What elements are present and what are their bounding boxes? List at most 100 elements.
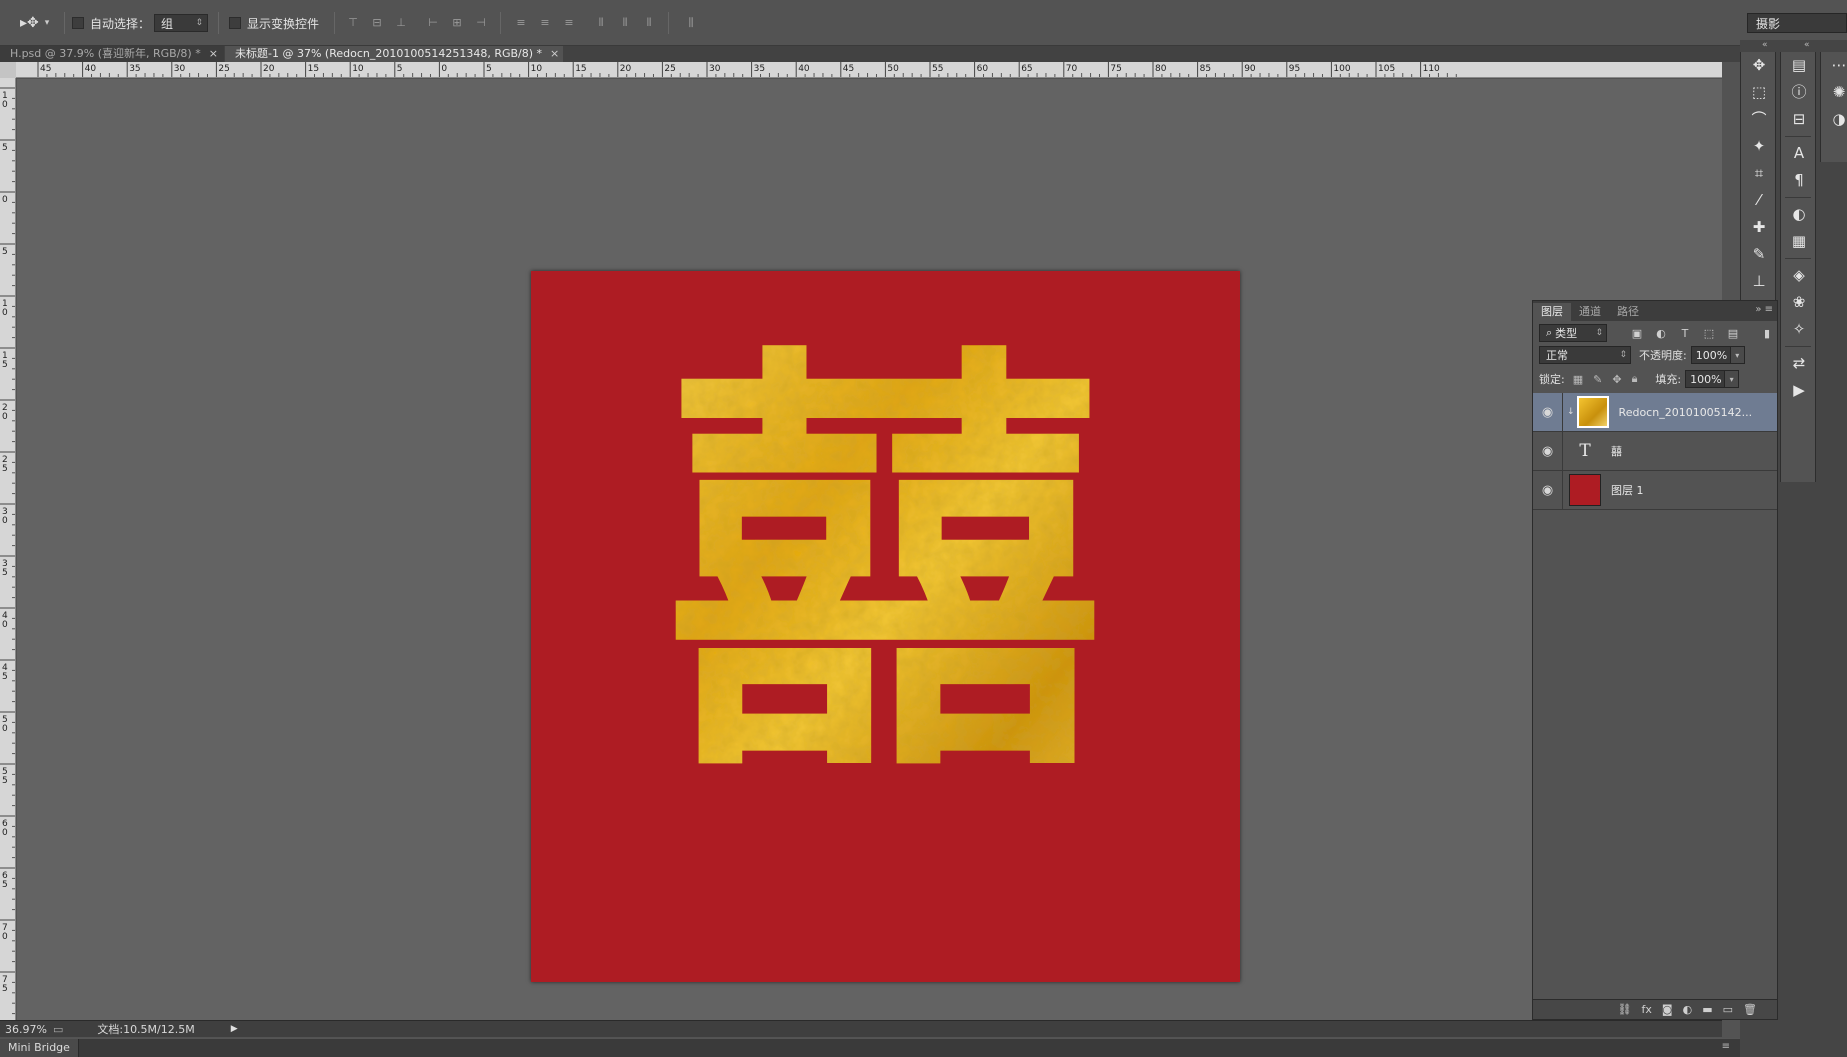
move-tool-icon[interactable]: ✥	[1741, 52, 1777, 79]
layer-row-smart-object[interactable]: ◉ ↓ Redocn_20101005142...	[1533, 392, 1777, 432]
distribute-vcenter-icon[interactable]: ≡	[538, 16, 552, 30]
canvas-workspace[interactable]: 囍	[17, 79, 1722, 1020]
align-top-icon[interactable]: ⊤	[346, 16, 360, 30]
show-transform-checkbox[interactable]	[229, 17, 241, 29]
filter-smart-object-icon[interactable]: ▤	[1721, 327, 1745, 340]
navigator-icon[interactable]: ✺	[1821, 79, 1847, 106]
filter-adjustment-icon[interactable]: ◐	[1649, 327, 1673, 340]
color-icon[interactable]: ◐	[1781, 201, 1817, 228]
magic-wand-icon[interactable]: ✦	[1741, 133, 1777, 160]
ruler-label: 95	[1289, 64, 1300, 74]
filter-kind-dropdown[interactable]: ⌕ 类型	[1539, 324, 1607, 342]
status-menu-arrow-icon[interactable]: ▶	[231, 1024, 238, 1034]
visibility-eye-icon[interactable]: ◉	[1533, 392, 1563, 432]
layer-name[interactable]: 囍	[1611, 443, 1622, 459]
align-right-icon[interactable]: ⊣	[474, 16, 488, 30]
paragraph-icon[interactable]: ¶	[1781, 167, 1817, 194]
character-icon[interactable]: A	[1781, 140, 1817, 167]
layer-style-icon[interactable]: fx	[1642, 1003, 1652, 1016]
ruler-label: 25	[218, 64, 229, 74]
eyedropper-icon[interactable]: ⁄	[1741, 187, 1777, 214]
adjustment-layer-icon[interactable]: ◐	[1683, 1003, 1693, 1016]
close-icon[interactable]: ×	[550, 47, 559, 60]
horizontal-ruler[interactable]: 45 40 35 30 25 20 15 10 5 0 5 10 15 20 25 30 35 40 45 50 55 6…	[16, 62, 1722, 78]
opacity-slider-arrow-icon[interactable]: ▾	[1730, 346, 1745, 364]
stamp-tool-icon[interactable]: ⊥	[1741, 268, 1777, 295]
channels-icon[interactable]: ❀	[1781, 289, 1817, 316]
auto-select-toggle[interactable]: 自动选择：	[72, 14, 150, 32]
layer-name[interactable]: 图层 1	[1611, 482, 1644, 498]
opacity-input[interactable]: 100%	[1690, 346, 1731, 364]
tab-paths[interactable]: 路径	[1609, 303, 1647, 321]
lock-all-icon[interactable]: 🔒︎	[1632, 372, 1638, 386]
distribute-left-icon[interactable]: ⫴	[594, 16, 608, 30]
tab-untitled-1[interactable]: 未标题-1 @ 37% (Redocn_2010100514251348, RG…	[225, 46, 563, 62]
delete-layer-icon[interactable]: 🗑︎	[1743, 1003, 1757, 1016]
layer-name[interactable]: Redocn_20101005142...	[1619, 406, 1753, 419]
filter-pixel-icon[interactable]: ▣	[1625, 327, 1649, 340]
auto-align-icon[interactable]: ⫼	[684, 16, 698, 30]
auto-select-dropdown[interactable]: 组	[154, 14, 208, 32]
lasso-tool-icon[interactable]: ⌒	[1741, 106, 1777, 133]
lock-position-icon[interactable]: ✥	[1612, 373, 1621, 386]
zoom-level[interactable]: 36.97%	[5, 1023, 47, 1036]
mini-bridge-tab[interactable]: Mini Bridge	[0, 1039, 79, 1057]
lock-transparency-icon[interactable]: ▦	[1573, 373, 1583, 386]
distribute-right-icon[interactable]: ⫴	[642, 16, 656, 30]
brush-tool-icon[interactable]: ✎	[1741, 241, 1777, 268]
histogram-icon[interactable]: ▤	[1781, 52, 1817, 79]
auto-select-target[interactable]: 组	[154, 14, 208, 32]
new-layer-icon[interactable]: ▭	[1723, 1003, 1733, 1016]
collapse-icon[interactable]: «	[1804, 40, 1810, 50]
document-canvas[interactable]: 囍	[531, 271, 1240, 982]
fill-input[interactable]: 100%	[1685, 370, 1726, 388]
add-mask-icon[interactable]: ◙	[1662, 1003, 1673, 1016]
visibility-eye-icon[interactable]: ◉	[1533, 470, 1563, 510]
layer-row-fill[interactable]: ◉ 图层 1	[1533, 470, 1777, 510]
vertical-ruler[interactable]: 105051015202530354045505560657075	[0, 78, 16, 1020]
tab-h-psd[interactable]: H.psd @ 37.9% (喜迎新年, RGB/8) * ×	[0, 46, 224, 62]
adjustments-icon[interactable]: ⇄	[1781, 350, 1817, 377]
visibility-eye-icon[interactable]: ◉	[1533, 431, 1563, 471]
distribute-bottom-icon[interactable]: ≡	[562, 16, 576, 30]
close-icon[interactable]: ×	[209, 47, 218, 60]
blend-mode-dropdown[interactable]: 正常	[1539, 346, 1631, 364]
layers-icon[interactable]: ◈	[1781, 262, 1817, 289]
tab-layers[interactable]: 图层	[1533, 303, 1571, 321]
align-vcenter-icon[interactable]: ⊟	[370, 16, 384, 30]
preview-icon[interactable]: ▭	[53, 1023, 63, 1036]
align-left-icon[interactable]: ⊢	[426, 16, 440, 30]
align-hcenter-icon[interactable]: ⊞	[450, 16, 464, 30]
lock-pixels-icon[interactable]: ✎	[1593, 373, 1602, 386]
tab-channels[interactable]: 通道	[1571, 303, 1609, 321]
link-layers-icon[interactable]: ⛓	[1618, 1003, 1632, 1016]
move-tool-preset[interactable]: ▸✥ ▾	[20, 14, 49, 32]
filter-toggle-icon[interactable]: ▮	[1755, 327, 1779, 340]
filter-type-icon[interactable]: T	[1673, 327, 1697, 340]
distribute-top-icon[interactable]: ≡	[514, 16, 528, 30]
history-icon[interactable]: ⊟	[1781, 106, 1817, 133]
ruler-origin[interactable]	[0, 62, 16, 78]
panel-menu-icon[interactable]: » ≡	[1755, 304, 1773, 315]
fill-slider-arrow-icon[interactable]: ▾	[1725, 370, 1740, 388]
marquee-tool-icon[interactable]: ⬚	[1741, 79, 1777, 106]
show-transform-label: 显示变换控件	[247, 16, 320, 31]
crop-tool-icon[interactable]: ⌗	[1741, 160, 1777, 187]
brush-presets-icon[interactable]: ⋯	[1821, 52, 1847, 79]
swatches-icon[interactable]: ▦	[1781, 228, 1817, 255]
layer-row-text[interactable]: ◉ T 囍	[1533, 431, 1777, 471]
paths-icon[interactable]: ✧	[1781, 316, 1817, 343]
actions-icon[interactable]: ▶	[1781, 377, 1817, 404]
align-bottom-icon[interactable]: ⊥	[394, 16, 408, 30]
filter-shape-icon[interactable]: ⬚	[1697, 327, 1721, 340]
panel-menu-icon[interactable]: ≡	[1722, 1041, 1730, 1052]
workspace-switcher[interactable]: 摄影	[1747, 13, 1847, 33]
distribute-hcenter-icon[interactable]: ⫴	[618, 16, 632, 30]
info-icon[interactable]: ⓘ	[1781, 79, 1817, 106]
show-transform-toggle[interactable]: 显示变换控件	[229, 14, 319, 32]
new-group-icon[interactable]: ▬	[1702, 1003, 1712, 1016]
auto-select-checkbox[interactable]	[72, 17, 84, 29]
collapse-icon[interactable]: «	[1762, 40, 1768, 50]
styles-icon[interactable]: ◑	[1821, 106, 1847, 133]
healing-brush-icon[interactable]: ✚	[1741, 214, 1777, 241]
